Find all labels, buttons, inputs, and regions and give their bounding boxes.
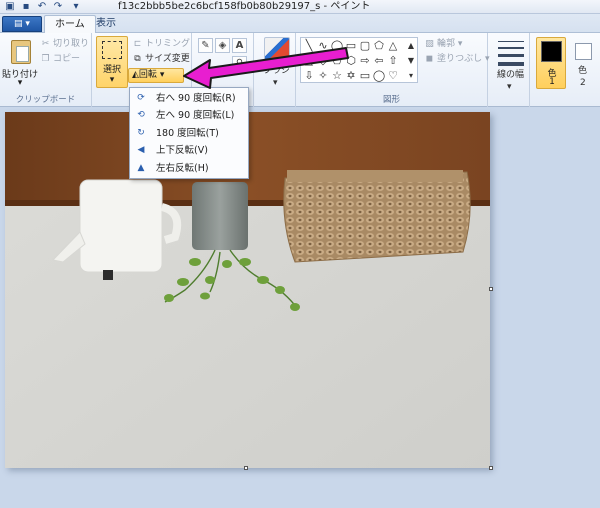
outline-button[interactable]: ▨ 輪郭 ▾: [424, 38, 462, 51]
shapes-more-icon[interactable]: ▾: [404, 69, 418, 83]
select-label: 選択: [102, 65, 121, 75]
menu-item-flip-vertical[interactable]: ◀ 上下反転(V): [130, 142, 248, 159]
five-point-star-shape-icon[interactable]: ☆: [330, 69, 344, 83]
triangle-shape-icon[interactable]: △: [386, 39, 400, 53]
cut-button[interactable]: ✂ 切り取り: [40, 38, 89, 51]
callout-shape-icon[interactable]: ▭: [358, 69, 372, 83]
ribbon-tabs: ▤ ▾ ホーム 表示: [0, 14, 600, 33]
paste-icon: [11, 40, 31, 64]
rotate-icon: ◭: [132, 70, 139, 80]
crop-icon: ⊏: [133, 39, 142, 49]
canvas-resize-handle-bottom[interactable]: [244, 466, 248, 470]
fill-icon: ◼: [425, 54, 434, 64]
menu-item-rotate-left[interactable]: ⟲ 左へ 90 度回転(L): [130, 107, 248, 124]
rotate-left-icon: ⟲: [137, 110, 145, 121]
brushes-dropdown-arrow[interactable]: ▾: [273, 77, 278, 90]
undo-icon[interactable]: ↶: [36, 1, 48, 13]
polygon-shape-icon[interactable]: ⬠: [372, 39, 386, 53]
color1-button[interactable]: 色 1: [536, 37, 566, 89]
select-dropdown-arrow[interactable]: ▾: [110, 75, 115, 85]
size-line-medium: [498, 47, 524, 49]
file-menu-button[interactable]: ▤ ▾: [2, 16, 42, 32]
tab-view[interactable]: 表示: [86, 15, 126, 33]
ribbon: 貼り付け ▾ ✂ 切り取り ❐ コピー クリップボード 選択 ▾ ⊏ トリミング ⧉ サ…: [0, 33, 600, 107]
up-arrow-shape-icon[interactable]: ⇧: [386, 54, 400, 68]
flip-vertical-icon: ◀: [137, 145, 145, 156]
six-point-star-shape-icon[interactable]: ✡: [344, 69, 358, 83]
title-bar: ▣ ▪ ↶ ↷ ▾ f13c2bbb5be2c6bcf158fb0b80b291…: [0, 0, 600, 14]
paste-dropdown-arrow[interactable]: ▾: [2, 78, 38, 88]
redo-icon[interactable]: ↷: [52, 1, 64, 13]
resize-icon: ⧉: [134, 54, 141, 64]
select-button[interactable]: 選択 ▾: [96, 36, 128, 88]
rotate-menu: ⟳ 右へ 90 度回転(R) ⟲ 左へ 90 度回転(L) ↻ 180 度回転(T) …: [129, 87, 249, 179]
menu-item-rotate-180[interactable]: ↻ 180 度回転(T): [130, 125, 248, 142]
rounded-rectangle-shape-icon[interactable]: ▢: [358, 39, 372, 53]
size-line-thick: [498, 54, 524, 57]
copy-button[interactable]: ❐ コピー: [40, 53, 80, 66]
window-title: f13c2bbb5be2c6bcf158fb0b80b29197_s - ペイン…: [118, 1, 371, 12]
four-point-star-shape-icon[interactable]: ✧: [316, 69, 330, 83]
customize-icon[interactable]: ▾: [70, 1, 82, 13]
rotate-dropdown-arrow[interactable]: ▾: [160, 70, 165, 80]
paste-button[interactable]: 貼り付け ▾: [2, 35, 38, 88]
shapes-group-label: 図形: [382, 95, 400, 105]
paint-app-icon[interactable]: ▣: [4, 1, 16, 13]
canvas-resize-handle-corner[interactable]: [489, 466, 493, 470]
color1-number: 1: [549, 77, 555, 87]
copy-icon: ❐: [41, 54, 50, 64]
clipboard-group: 貼り付け ▾ ✂ 切り取り ❐ コピー クリップボード: [0, 33, 92, 107]
pencil-icon[interactable]: ✎: [198, 38, 213, 53]
magnifier-icon[interactable]: ⚲: [232, 56, 247, 71]
clipboard-group-label: クリップボード: [15, 95, 76, 105]
right-triangle-shape-icon[interactable]: ◺: [302, 54, 316, 68]
canvas-resize-handle-right[interactable]: [489, 287, 493, 291]
fill-button[interactable]: ◼ 塗りつぶし ▾: [424, 53, 490, 66]
shapes-scroll-up-icon[interactable]: ▲: [404, 39, 418, 53]
selection-marquee-icon: [102, 41, 122, 59]
color2-number: 2: [580, 78, 586, 88]
pentagon-shape-icon[interactable]: ⬠: [330, 54, 344, 68]
diamond-shape-icon[interactable]: ◇: [316, 54, 330, 68]
oval-shape-icon[interactable]: ◯: [330, 39, 344, 53]
line-shape-icon[interactable]: ╲: [302, 39, 316, 53]
color2-swatch[interactable]: [575, 43, 592, 60]
shapes-gallery: ╲ ∿ ◯ ▭ ▢ ⬠ △ ◺ ◇ ⬠ ⬡ ⇨ ⇦ ⇧ ⇩ ✧ ☆ ✡ ▭ ◯ …: [300, 37, 418, 83]
save-icon[interactable]: ▪: [20, 1, 32, 13]
crop-button[interactable]: ⊏ トリミング: [132, 38, 190, 51]
oval-callout-shape-icon[interactable]: ◯: [372, 69, 386, 83]
flip-horizontal-icon: ▲: [137, 162, 145, 173]
size-dropdown-arrow[interactable]: ▾: [507, 81, 512, 94]
rectangle-shape-icon[interactable]: ▭: [344, 39, 358, 53]
hexagon-shape-icon[interactable]: ⬡: [344, 54, 358, 68]
brush-icon[interactable]: [264, 37, 290, 61]
color1-swatch: [541, 41, 562, 62]
size-line-thin: [498, 41, 524, 42]
fill-bucket-icon[interactable]: ◈: [215, 38, 230, 53]
outline-icon: ▨: [425, 39, 434, 49]
left-arrow-shape-icon[interactable]: ⇦: [372, 54, 386, 68]
rotate-180-icon: ↻: [137, 127, 145, 138]
down-arrow-shape-icon[interactable]: ⇩: [302, 69, 316, 83]
heart-shape-icon[interactable]: ♡: [386, 69, 400, 83]
menu-item-rotate-right[interactable]: ⟳ 右へ 90 度回転(R): [130, 90, 248, 107]
shapes-scroll-down-icon[interactable]: ▼: [404, 54, 418, 68]
scissors-icon: ✂: [41, 39, 50, 49]
rotate-button[interactable]: ◭回転 ▾: [128, 68, 184, 83]
text-tool-icon[interactable]: A: [232, 38, 247, 53]
rotate-right-icon: ⟳: [137, 93, 145, 103]
menu-item-flip-horizontal[interactable]: ▲ 左右反転(H): [130, 160, 248, 177]
resize-button[interactable]: ⧉ サイズ変更: [132, 53, 189, 66]
curve-shape-icon[interactable]: ∿: [316, 39, 330, 53]
right-arrow-shape-icon[interactable]: ⇨: [358, 54, 372, 68]
size-line-thickest: [498, 62, 524, 66]
